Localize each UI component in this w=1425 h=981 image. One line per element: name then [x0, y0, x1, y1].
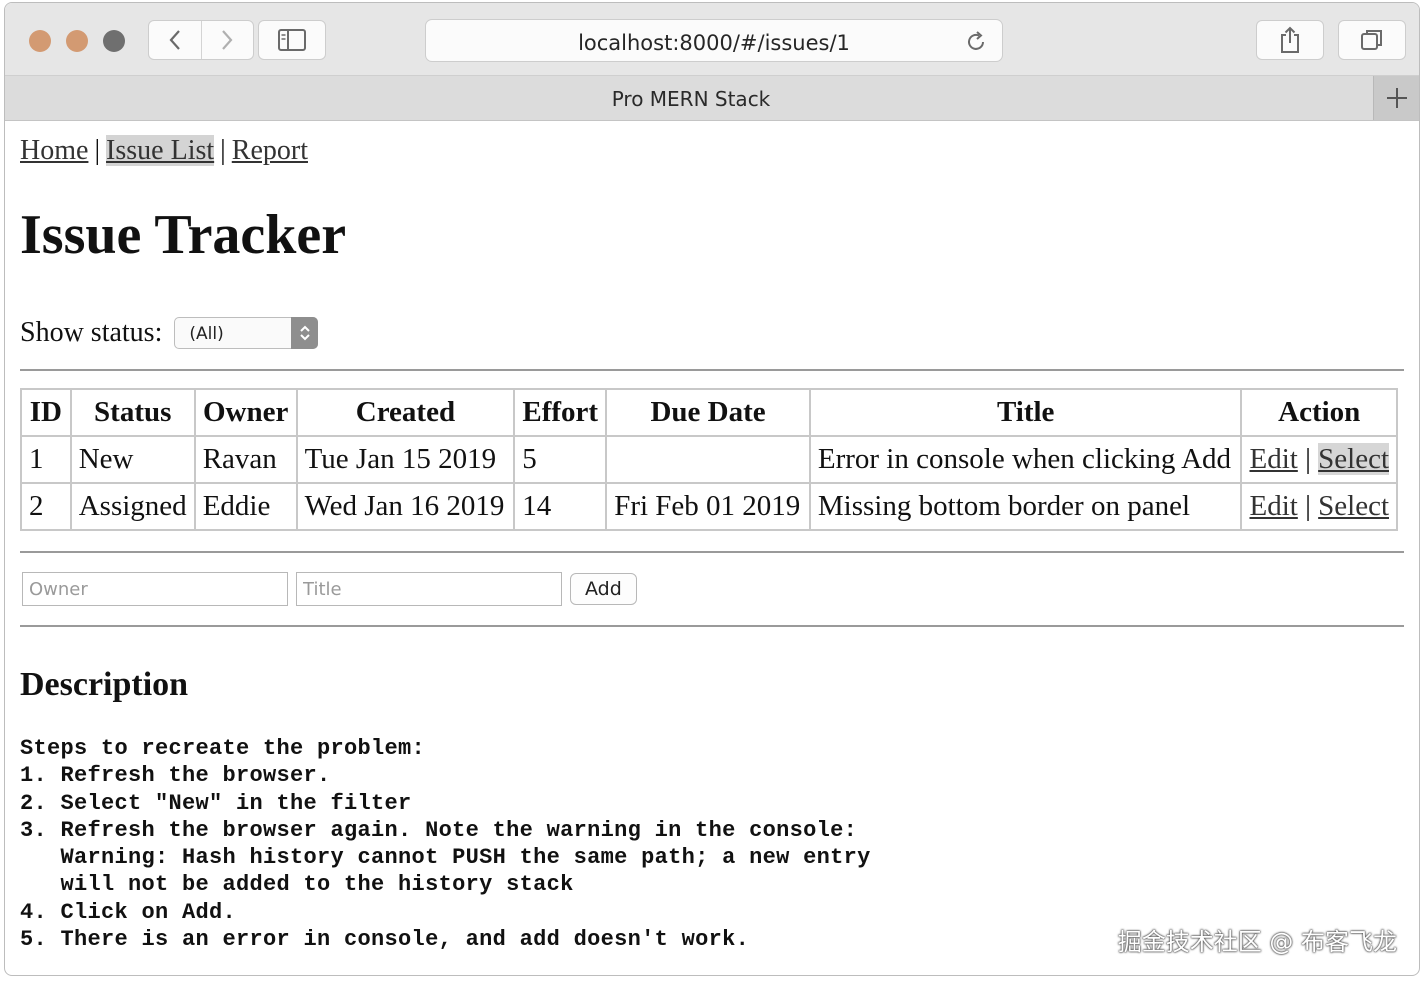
- column-header-action: Action: [1240, 388, 1398, 437]
- title-input[interactable]: [296, 572, 562, 606]
- cell-owner: Ravan: [193, 435, 298, 484]
- show-tabs-button[interactable]: [1338, 20, 1406, 60]
- add-button[interactable]: Add: [570, 573, 637, 605]
- status-select-value: (All): [189, 324, 224, 344]
- browser-window: localhost:8000/#/issues/1 Pro MERN Stack…: [4, 2, 1420, 976]
- select-link[interactable]: Select: [1318, 443, 1389, 475]
- address-bar[interactable]: localhost:8000/#/issues/1: [425, 19, 1003, 62]
- zoom-window-button[interactable]: [103, 30, 125, 52]
- updown-arrows-icon: [291, 317, 319, 349]
- table-row: 2 Assigned Eddie Wed Jan 16 2019 14 Fri …: [20, 482, 1398, 531]
- chevron-right-icon: [222, 30, 233, 50]
- share-button[interactable]: [1256, 20, 1324, 60]
- status-select[interactable]: (All): [174, 317, 319, 349]
- back-button[interactable]: [149, 21, 201, 59]
- cell-due-date: [605, 435, 811, 484]
- plus-icon: [1386, 88, 1407, 108]
- active-tab-title[interactable]: Pro MERN Stack: [5, 87, 1377, 111]
- column-header-effort: Effort: [513, 388, 608, 437]
- cell-created: Wed Jan 16 2019: [295, 482, 516, 531]
- cell-action: Edit | Select: [1240, 435, 1398, 484]
- chevron-left-icon: [169, 30, 180, 50]
- nav-separator: |: [94, 135, 101, 166]
- issue-table: ID Status Owner Created Effort Due Date …: [20, 388, 1398, 531]
- select-link[interactable]: Select: [1318, 490, 1389, 522]
- cell-id: 1: [20, 435, 72, 484]
- edit-link[interactable]: Edit: [1249, 490, 1297, 522]
- cell-title: Error in console when clicking Add: [808, 435, 1243, 484]
- share-icon: [1281, 26, 1299, 53]
- description-body: Steps to recreate the problem: 1. Refres…: [20, 736, 871, 953]
- owner-input[interactable]: [22, 572, 288, 606]
- nav-home-link[interactable]: Home: [20, 135, 88, 166]
- nav-issue-list-link[interactable]: Issue List: [106, 135, 215, 166]
- column-header-title: Title: [808, 388, 1243, 437]
- action-separator: |: [1305, 443, 1311, 475]
- tab-strip: Pro MERN Stack: [5, 76, 1419, 121]
- history-nav-group: [148, 20, 254, 60]
- status-filter: Show status: (All): [20, 317, 319, 349]
- forward-button[interactable]: [200, 21, 254, 59]
- action-separator: |: [1305, 490, 1311, 522]
- top-nav: Home | Issue List | Report: [20, 135, 308, 167]
- page-content: Home | Issue List | Report Issue Tracker Sho…: [5, 121, 1419, 975]
- divider: [20, 369, 1404, 371]
- column-header-id: ID: [20, 388, 72, 437]
- tabs-overview-icon: [1361, 30, 1382, 50]
- browser-toolbar: localhost:8000/#/issues/1: [5, 3, 1419, 76]
- cell-title: Missing bottom border on panel: [808, 482, 1243, 531]
- cell-status: Assigned: [69, 482, 196, 531]
- cell-effort: 14: [513, 482, 608, 531]
- divider: [20, 625, 1404, 627]
- description-heading: Description: [20, 666, 189, 703]
- cell-owner: Eddie: [193, 482, 298, 531]
- edit-link[interactable]: Edit: [1249, 443, 1297, 475]
- new-tab-button[interactable]: [1373, 76, 1419, 120]
- nav-report-link[interactable]: Report: [232, 135, 308, 166]
- sidebar-icon: [278, 29, 306, 51]
- sidebar-toggle-button[interactable]: [258, 20, 326, 60]
- table-header-row: ID Status Owner Created Effort Due Date …: [20, 388, 1398, 437]
- divider: [20, 551, 1404, 553]
- url-text: localhost:8000/#/issues/1: [578, 31, 850, 55]
- cell-status: New: [69, 435, 196, 484]
- minimize-window-button[interactable]: [66, 30, 88, 52]
- filter-label: Show status:: [20, 317, 163, 348]
- cell-action: Edit | Select: [1240, 482, 1398, 531]
- nav-separator: |: [220, 135, 226, 166]
- watermark: 掘金技术社区 @ 布客飞龙: [1117, 928, 1397, 956]
- cell-due-date: Fri Feb 01 2019: [605, 482, 811, 531]
- table-row: 1 New Ravan Tue Jan 15 2019 5 Error in c…: [20, 435, 1398, 484]
- page-title: Issue Tracker: [20, 204, 347, 266]
- cell-created: Tue Jan 15 2019: [295, 435, 516, 484]
- cell-effort: 5: [513, 435, 608, 484]
- reload-icon[interactable]: [964, 30, 988, 54]
- column-header-created: Created: [295, 388, 516, 437]
- close-window-button[interactable]: [29, 30, 51, 52]
- column-header-status: Status: [69, 388, 196, 437]
- add-issue-form: Add: [22, 572, 637, 606]
- column-header-owner: Owner: [193, 388, 298, 437]
- column-header-due-date: Due Date: [605, 388, 811, 437]
- cell-id: 2: [20, 482, 72, 531]
